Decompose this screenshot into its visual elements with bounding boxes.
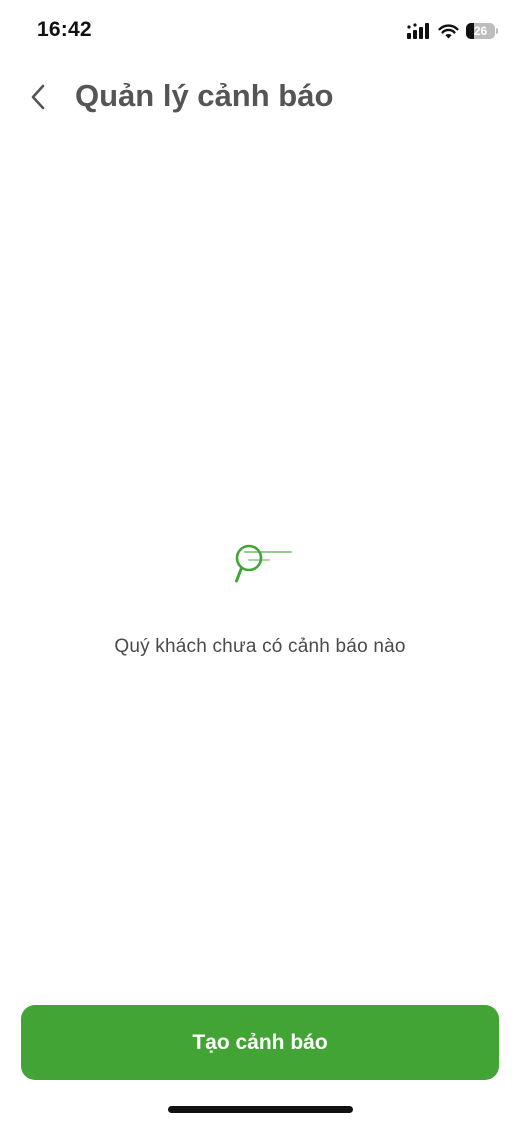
back-button[interactable] (18, 74, 58, 120)
signal-bars-icon (407, 23, 429, 39)
status-bar: 16:42 26 (0, 0, 520, 60)
chevron-left-icon (31, 84, 45, 110)
search-magnifier-icon (235, 544, 292, 583)
screen: 16:42 26 Quản lý cảnh báo Quý khách chưa… (0, 0, 520, 1125)
empty-message: Quý khách chưa có cảnh báo nào (114, 636, 406, 657)
status-icons: 26 (407, 20, 498, 42)
page-title: Quản lý cảnh báo (75, 78, 334, 113)
battery-level: 26 (473, 24, 488, 38)
wifi-icon (438, 24, 459, 39)
empty-state: Quý khách chưa có cảnh báo nào (0, 536, 520, 658)
status-time: 16:42 (37, 18, 92, 41)
create-alert-button[interactable]: Tạo cảnh báo (21, 1005, 499, 1080)
home-indicator[interactable] (168, 1106, 353, 1113)
battery-icon: 26 (466, 23, 498, 39)
header: Quản lý cảnh báo (0, 68, 520, 128)
